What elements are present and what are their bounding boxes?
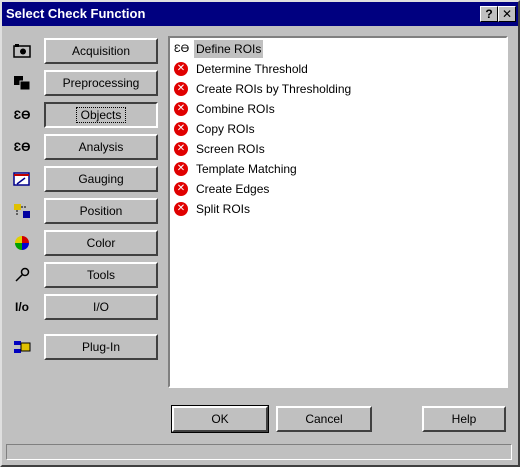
list-item[interactable]: ✕ Split ROIs [172,200,502,218]
analysis-icon: ƐƟ [13,140,31,154]
select-check-function-dialog: Select Check Function ? ✕ Acquisition Pr… [0,0,520,467]
category-preprocessing-button[interactable]: Preprocessing [44,70,158,96]
category-gauging-button[interactable]: Gauging [44,166,158,192]
category-row-position: Position [12,198,162,224]
category-analysis-button[interactable]: Analysis [44,134,158,160]
category-row-plugin: Plug-In [12,334,162,360]
category-io-button[interactable]: I/O [44,294,158,320]
list-item[interactable]: ✕ Template Matching [172,160,502,178]
category-objects-button[interactable]: Objects [44,102,158,128]
category-row-io: I/o I/O [12,294,162,320]
error-icon: ✕ [174,102,188,116]
gauging-icon [12,170,32,188]
category-tools-button[interactable]: Tools [44,262,158,288]
list-item-label: Copy ROIs [196,122,255,136]
ok-button[interactable]: OK [171,405,269,433]
error-icon: ✕ [174,122,188,136]
error-icon: ✕ [174,182,188,196]
category-position-button[interactable]: Position [44,198,158,224]
category-row-objects: ƐƟ Objects [12,102,162,128]
list-item-label: Combine ROIs [196,102,275,116]
list-item-label: Create ROIs by Thresholding [196,82,352,96]
category-color-button[interactable]: Color [44,230,158,256]
category-plugin-button[interactable]: Plug-In [44,334,158,360]
list-item-label: Create Edges [196,182,270,196]
position-icon [12,202,32,220]
status-bar [6,444,512,460]
list-item-label: Determine Threshold [196,62,308,76]
io-icon: I/o [15,300,29,314]
error-icon: ✕ [174,142,188,156]
list-item-label: Template Matching [196,162,297,176]
cancel-button[interactable]: Cancel [276,406,372,432]
list-item-label: Define ROIs [194,40,264,58]
title-bar: Select Check Function ? ✕ [2,2,518,26]
category-row-tools: Tools [12,262,162,288]
help-button[interactable]: Help [422,406,506,432]
category-row-preprocessing: Preprocessing [12,70,162,96]
list-item-label: Screen ROIs [196,142,265,156]
list-item[interactable]: ✕ Combine ROIs [172,100,502,118]
plugin-icon [12,338,32,356]
list-item[interactable]: ✕ Create Edges [172,180,502,198]
title-help-button[interactable]: ? [480,6,498,22]
category-row-acquisition: Acquisition [12,38,162,64]
category-row-gauging: Gauging [12,166,162,192]
color-wheel-icon [12,234,32,252]
category-row-analysis: ƐƟ Analysis [12,134,162,160]
list-item[interactable]: ✕ Determine Threshold [172,60,502,78]
error-icon: ✕ [174,82,188,96]
list-item[interactable]: ✕ Screen ROIs [172,140,502,158]
camera-icon [12,42,32,60]
list-item[interactable]: ƐƟ Define ROIs [172,40,502,58]
window-title: Select Check Function [6,6,146,21]
function-listbox[interactable]: ƐƟ Define ROIs ✕ Determine Threshold ✕ C… [168,36,508,388]
title-close-button[interactable]: ✕ [498,6,516,22]
objects-icon: ƐƟ [13,108,31,122]
list-item-label: Split ROIs [196,202,251,216]
category-row-color: Color [12,230,162,256]
list-item[interactable]: ✕ Create ROIs by Thresholding [172,80,502,98]
roi-icon: ƐƟ [174,43,190,55]
wrench-icon [12,266,32,284]
error-icon: ✕ [174,202,188,216]
list-item[interactable]: ✕ Copy ROIs [172,120,502,138]
error-icon: ✕ [174,162,188,176]
preprocessing-icon [12,74,32,92]
category-acquisition-button[interactable]: Acquisition [44,38,158,64]
error-icon: ✕ [174,62,188,76]
